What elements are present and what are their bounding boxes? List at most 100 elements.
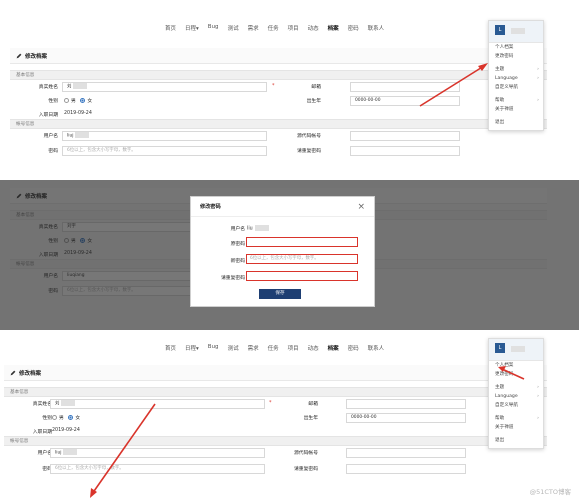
chevron-down-icon: ▾: [196, 26, 199, 32]
nav-bug[interactable]: Bug: [208, 344, 219, 352]
nav-project[interactable]: 项目: [288, 344, 299, 352]
new-password-input[interactable]: 6位以上，包含大小写字母，数字。: [246, 254, 358, 264]
email-input[interactable]: [346, 399, 466, 409]
gender-options: 男 女: [64, 97, 92, 104]
menu-logout[interactable]: 退出: [489, 436, 543, 445]
gender-label: 性别: [42, 416, 52, 421]
menu-help[interactable]: 帮助 ›: [489, 96, 543, 105]
user-menu-header: L: [489, 21, 543, 43]
menu-profile[interactable]: 个人档案: [489, 43, 543, 52]
nav-bug[interactable]: Bug: [208, 24, 219, 32]
menu-theme[interactable]: 主题 ›: [489, 65, 543, 74]
menu-change-password[interactable]: 更改密码: [489, 370, 543, 379]
nav-contacts[interactable]: 联系人: [368, 24, 385, 32]
page-title-text: 修改档案: [25, 53, 48, 60]
nav-test[interactable]: 测试: [228, 344, 239, 352]
male-label: 男: [59, 416, 64, 421]
source-account-label: 源代码帐号: [294, 451, 318, 456]
menu-custom-nav[interactable]: 自定义导航: [489, 83, 543, 92]
account-input[interactable]: liuj: [50, 448, 265, 458]
chevron-right-icon: ›: [537, 385, 539, 390]
join-value: 2019-09-24: [64, 111, 92, 116]
repeat-password-input[interactable]: [350, 146, 460, 156]
blurred-text: [75, 132, 90, 138]
nav-task[interactable]: 任务: [268, 24, 279, 32]
section-account: 帐号信息: [10, 119, 547, 129]
blurred-text: [63, 449, 78, 455]
account-value: liuj: [55, 450, 62, 456]
email-input[interactable]: [350, 82, 460, 92]
menu-custom-nav[interactable]: 自定义导航: [489, 401, 543, 410]
password-input[interactable]: 6位以上，包含大小写字母，数字。: [50, 464, 265, 474]
nav-dynamic[interactable]: 动态: [308, 24, 319, 32]
source-account-input[interactable]: [350, 131, 460, 141]
nav-task[interactable]: 任务: [268, 344, 279, 352]
menu-profile[interactable]: 个人档案: [489, 361, 543, 370]
nav-schedule[interactable]: 日程▾: [185, 344, 199, 352]
original-password-input[interactable]: [246, 237, 358, 247]
source-account-input[interactable]: [346, 448, 466, 458]
row-password: 密码 6位以上，包含大小写字母，数字。 请重复密码: [10, 144, 547, 159]
nav-profile[interactable]: 档案: [328, 24, 339, 32]
avatar[interactable]: L: [495, 343, 505, 353]
top-nav: 首页 日程▾ Bug 测试 需求 任务 项目 动态 档案 密码 联系人: [165, 344, 384, 352]
top-nav: 首页 日程▾ Bug 测试 需求 任务 项目 动态 档案 密码 联系人: [165, 24, 384, 32]
female-label: 女: [75, 416, 81, 421]
radio-male[interactable]: [52, 415, 57, 420]
password-label: 密码: [48, 149, 58, 154]
user-menu: L 个人档案 更改密码 主题 › Language › 自定义导航 帮助 › 关于禅道…: [488, 338, 544, 449]
nav-project[interactable]: 项目: [288, 24, 299, 32]
page-title: 修改档案: [4, 365, 547, 381]
menu-language[interactable]: Language ›: [489, 392, 543, 401]
user-menu: L 个人档案 更改密码 主题 › Language › 自定义导航 帮助 › 关于禅道…: [488, 20, 544, 131]
nav-password[interactable]: 密码: [348, 344, 359, 352]
menu-language[interactable]: Language ›: [489, 74, 543, 83]
avatar[interactable]: L: [495, 25, 505, 35]
birthday-input[interactable]: 0000-00-00: [346, 413, 466, 423]
menu-about[interactable]: 关于禅道: [489, 105, 543, 114]
blurred-text: [61, 400, 76, 406]
radio-female[interactable]: [68, 415, 74, 420]
repeat-password-input[interactable]: [346, 464, 466, 474]
menu-help-label: 帮助: [495, 98, 505, 103]
save-button[interactable]: 保存: [259, 289, 301, 299]
menu-logout[interactable]: 退出: [489, 118, 543, 127]
nav-story[interactable]: 需求: [248, 344, 259, 352]
nav-dynamic[interactable]: 动态: [308, 344, 319, 352]
nav-contacts[interactable]: 联系人: [368, 344, 385, 352]
nav-test[interactable]: 测试: [228, 24, 239, 32]
repeat-password-input[interactable]: [246, 271, 358, 281]
menu-help[interactable]: 帮助 ›: [489, 414, 543, 423]
radio-male[interactable]: [64, 98, 69, 103]
realname-input[interactable]: 刘: [50, 399, 265, 409]
realname-value: 刘: [67, 84, 72, 90]
nav-profile[interactable]: 档案: [328, 344, 339, 352]
change-password-modal: 修改密码 × 用户名 liu 原密码 新密码 6位以上，包含大小写字母，数字。 …: [190, 196, 375, 307]
menu-about[interactable]: 关于禅道: [489, 423, 543, 432]
nav-story[interactable]: 需求: [248, 24, 259, 32]
birthday-input[interactable]: 0000-00-00: [350, 96, 460, 106]
realname-input[interactable]: 刘: [62, 82, 267, 92]
birthday-label: 出生年: [306, 99, 321, 104]
close-icon[interactable]: ×: [357, 202, 365, 212]
nav-password[interactable]: 密码: [348, 24, 359, 32]
user-menu-header: L: [489, 339, 543, 361]
menu-theme[interactable]: 主题 ›: [489, 383, 543, 392]
page-title-text: 修改档案: [19, 370, 42, 377]
nav-schedule[interactable]: 日程▾: [185, 24, 199, 32]
nav-home[interactable]: 首页: [165, 24, 176, 32]
realname-label: 真实姓名: [38, 85, 58, 90]
chevron-right-icon: ›: [537, 76, 539, 81]
account-input[interactable]: liuj: [62, 131, 267, 141]
password-input[interactable]: 6位以上，包含大小写字母，数字。: [62, 146, 267, 156]
profile-form: 修改档案 基本信息 真实姓名 刘 * 邮箱 性别 男 女 出生年 0000-00…: [4, 365, 547, 478]
menu-change-password[interactable]: 更改密码: [489, 52, 543, 61]
nav-home[interactable]: 首页: [165, 344, 176, 352]
repeat-password-label: 请重复密码: [297, 149, 321, 154]
pencil-icon: [10, 370, 16, 375]
pencil-icon: [16, 53, 22, 58]
chevron-down-icon: ▾: [196, 346, 199, 352]
radio-female[interactable]: [80, 98, 86, 103]
row-password: 密码 6位以上，包含大小写字母，数字。 请重复密码: [4, 462, 547, 478]
row-account: 用户名 liuj 源代码帐号: [4, 446, 547, 462]
